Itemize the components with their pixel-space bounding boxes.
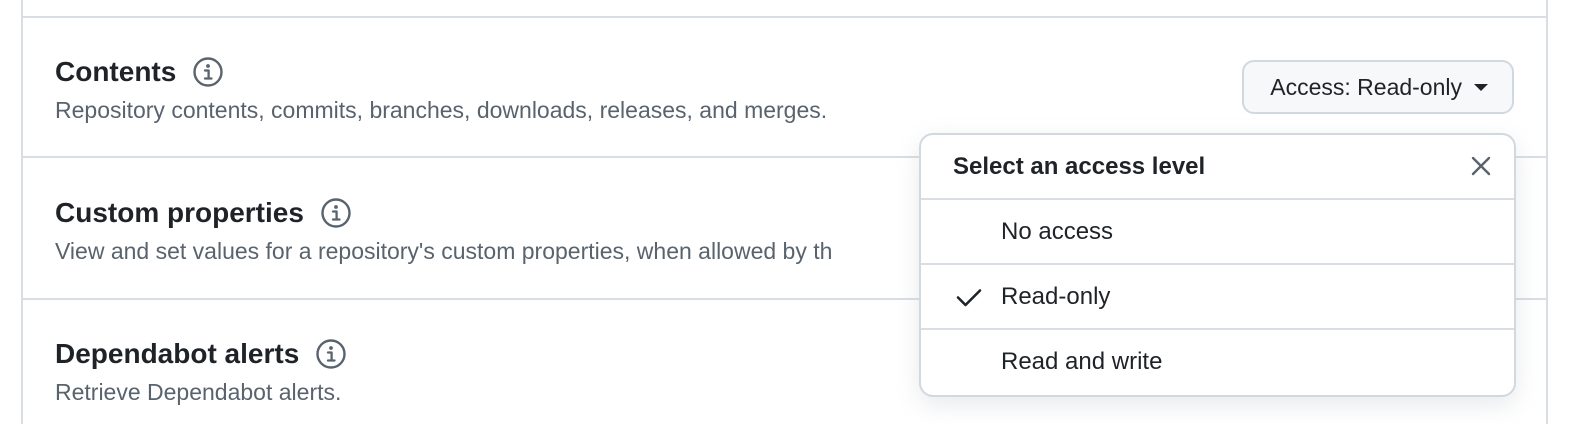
caret-down-icon xyxy=(1474,83,1488,91)
dropdown-option-no-access[interactable]: No access xyxy=(921,200,1514,265)
dropdown-header: Select an access level xyxy=(921,135,1514,200)
check-icon xyxy=(955,283,983,311)
info-icon[interactable] xyxy=(320,197,352,229)
x-icon xyxy=(1471,156,1491,176)
permission-title-label: Dependabot alerts xyxy=(55,338,300,369)
permission-description-custom-properties: View and set values for a repository's c… xyxy=(55,238,833,264)
dropdown-option-label: Read and write xyxy=(1001,348,1163,375)
access-level-dropdown: Select an access level No access Read-on… xyxy=(919,133,1516,397)
permission-description-dependabot-alerts: Retrieve Dependabot alerts. xyxy=(55,379,342,405)
close-button[interactable] xyxy=(1466,151,1496,181)
access-level-button[interactable]: Access: Read-only xyxy=(1242,60,1514,114)
dropdown-option-read-and-write[interactable]: Read and write xyxy=(921,330,1514,395)
info-icon[interactable] xyxy=(315,338,347,370)
permission-title-contents: Contents xyxy=(55,55,224,89)
permission-title-label: Contents xyxy=(55,56,177,87)
permission-description-contents: Repository contents, commits, branches, … xyxy=(55,97,828,123)
permission-title-dependabot-alerts: Dependabot alerts xyxy=(55,337,347,371)
permissions-page: Contents Repository contents, commits, b… xyxy=(0,0,1574,424)
dropdown-title: Select an access level xyxy=(953,153,1206,180)
info-icon[interactable] xyxy=(192,56,224,88)
access-level-button-label: Access: Read-only xyxy=(1270,73,1462,100)
dropdown-option-read-only[interactable]: Read-only xyxy=(921,265,1514,330)
permission-title-custom-properties: Custom properties xyxy=(55,196,352,230)
dropdown-option-label: Read-only xyxy=(1001,283,1111,310)
dropdown-option-label: No access xyxy=(1001,218,1114,245)
permission-title-label: Custom properties xyxy=(55,197,304,228)
